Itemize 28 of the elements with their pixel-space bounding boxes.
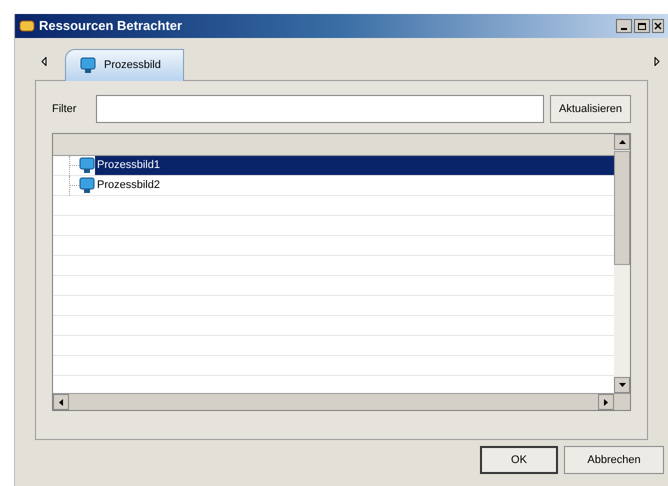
tree-item[interactable]: Prozessbild1	[95, 156, 614, 175]
app-icon	[19, 19, 35, 33]
monitor-icon	[80, 57, 96, 74]
minimize-button[interactable]	[616, 19, 632, 33]
up-arrow-icon	[618, 140, 626, 144]
close-icon	[654, 22, 662, 30]
dialog-button[interactable]: Abbrechen	[564, 446, 664, 474]
filter-label: Filter	[52, 102, 78, 117]
scroll-down-button[interactable]	[614, 377, 630, 393]
left-arrow-icon	[59, 398, 63, 406]
tab[interactable]: Prozessbild	[65, 49, 184, 81]
scroll-up-button[interactable]	[614, 134, 630, 150]
tab-left-arrow-icon[interactable]	[41, 57, 47, 66]
window-title: Ressourcen Betrachter	[39, 17, 182, 36]
scroll-thumb[interactable]	[614, 151, 630, 264]
monitor-icon	[79, 177, 95, 194]
tab-right-arrow-icon[interactable]	[654, 57, 660, 66]
scroll-right-button[interactable]	[598, 394, 614, 410]
maximize-button[interactable]	[634, 19, 650, 33]
right-arrow-icon	[604, 398, 608, 406]
down-arrow-icon	[618, 383, 626, 387]
close-button[interactable]	[652, 19, 664, 33]
tree-item[interactable]: Prozessbild2	[95, 176, 614, 195]
vertical-scrollbar[interactable]	[614, 134, 630, 393]
monitor-icon	[79, 157, 95, 174]
dialog-button[interactable]: OK	[480, 446, 558, 474]
scroll-left-button[interactable]	[53, 394, 69, 410]
refresh-button[interactable]: Aktualisieren	[550, 95, 631, 123]
